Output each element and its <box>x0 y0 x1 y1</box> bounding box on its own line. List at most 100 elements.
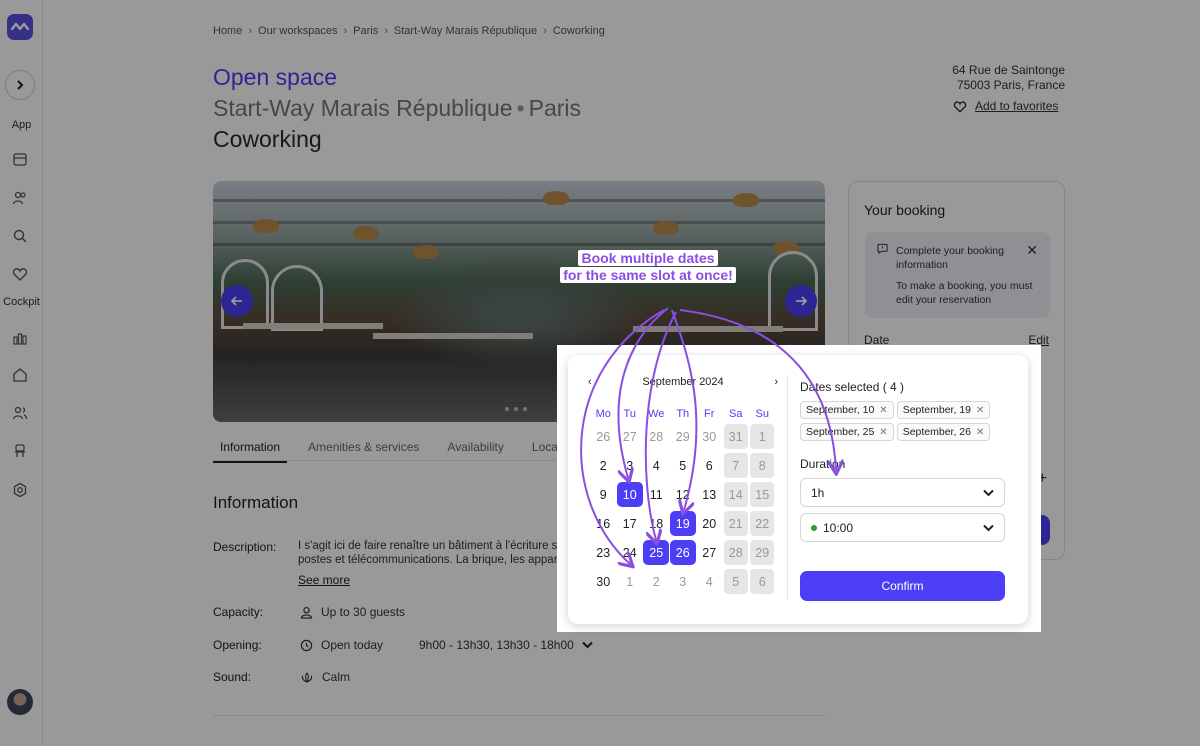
calendar-day[interactable]: 27 <box>696 538 723 567</box>
weekday-label: We <box>648 408 665 420</box>
previous-month-icon[interactable]: ‹ <box>588 376 592 388</box>
calendar-day-number: 12 <box>675 487 690 502</box>
chip-label: September, 19 <box>902 404 971 416</box>
calendar-day-number: 15 <box>750 482 775 507</box>
calendar-day-number: 24 <box>622 545 637 560</box>
calendar-day[interactable]: 12 <box>670 480 697 509</box>
calendar-day: 26 <box>590 422 617 451</box>
calendar-day-number: 26 <box>596 429 611 444</box>
next-month-icon[interactable]: › <box>774 376 778 388</box>
available-dot-icon <box>811 524 817 531</box>
promo-line-2: for the same slot at once! <box>560 267 736 283</box>
calendar-week: 2 3 4 5 678 <box>590 451 776 480</box>
calendar-day-number: 22 <box>750 511 775 536</box>
calendar-day: 31 <box>723 422 750 451</box>
remove-date-icon[interactable]: ✕ <box>976 427 984 438</box>
calendar-day-number: 28 <box>723 540 748 565</box>
calendar-day: 22 <box>749 509 776 538</box>
duration-label: Duration <box>800 457 846 471</box>
calendar-day-number: 18 <box>649 516 664 531</box>
calendar-day[interactable]: 9 <box>590 480 617 509</box>
calendar-day-selected[interactable]: 26 <box>669 538 697 567</box>
calendar-day[interactable]: 11 <box>643 480 670 509</box>
calendar-week: 26 27 28 29 30 31 1 <box>590 422 776 451</box>
calendar-day-number: 5 <box>679 458 687 473</box>
calendar-day-selected[interactable]: 25 <box>643 538 670 567</box>
calendar-day: 2 <box>643 567 670 596</box>
calendar-day[interactable]: 20 <box>696 509 723 538</box>
remove-date-icon[interactable]: ✕ <box>879 405 887 416</box>
calendar-day-number: 2 <box>652 574 660 589</box>
calendar-day-number: 3 <box>679 574 687 589</box>
calendar-day: 29 <box>749 538 776 567</box>
promo-line-1: Book multiple dates <box>578 250 718 266</box>
weekday-label: Sa <box>729 408 743 420</box>
duration-select[interactable]: 1h <box>800 478 1005 507</box>
calendar-day: 4 <box>696 567 723 596</box>
calendar-week: 30 1 2 3 4 5 6 <box>590 567 776 596</box>
calendar-day[interactable]: 4 <box>643 451 670 480</box>
dates-selected-title: Dates selected ( 4 ) <box>800 380 905 394</box>
promo-callout: Book multiple dates for the same slot at… <box>558 250 738 284</box>
calendar-day-number: 4 <box>652 458 660 473</box>
calendar-day[interactable]: 17 <box>617 509 644 538</box>
calendar-day-number: 6 <box>705 458 713 473</box>
calendar-day-number: 1 <box>626 574 634 589</box>
calendar-day[interactable]: 24 <box>617 538 644 567</box>
calendar-day-number: 31 <box>723 424 748 449</box>
weekday-label: Tu <box>623 408 636 420</box>
selected-date-chip[interactable]: September, 26 ✕ <box>896 423 991 441</box>
calendar-day[interactable]: 23 <box>590 538 617 567</box>
calendar-day-number: 21 <box>723 511 748 536</box>
calendar-day-number: 16 <box>596 516 611 531</box>
selected-date-chips: September, 10 ✕ September, 19 ✕ September, 2… <box>800 401 1010 441</box>
chip-label: September, 10 <box>806 404 875 416</box>
calendar-day-number: 27 <box>702 545 717 560</box>
chevron-down-icon <box>983 489 994 496</box>
calendar-day-number: 3 <box>626 458 634 473</box>
calendar-day[interactable]: 2 <box>590 451 617 480</box>
calendar-day[interactable]: 30 <box>590 567 617 596</box>
date-picker-popup: ‹ September 2024 › Mo Tu We Th Fr Sa Su 26 27 28 2… <box>568 355 1028 624</box>
calendar-day: 29 <box>670 422 697 451</box>
selected-date-chip[interactable]: September, 25 ✕ <box>800 423 894 441</box>
calendar-day[interactable]: 3 <box>617 451 644 480</box>
calendar-day-number: 28 <box>649 429 664 444</box>
calendar-day[interactable]: 18 <box>643 509 670 538</box>
calendar-day-number: 10 <box>616 482 643 507</box>
time-select[interactable]: 10:00 <box>800 513 1005 542</box>
calendar-week: 16 17 18 19 20 21 22 <box>590 509 776 538</box>
calendar-day-number: 26 <box>669 540 696 565</box>
calendar-day-number: 17 <box>622 516 637 531</box>
calendar-day-number: 7 <box>723 453 748 478</box>
calendar-day-selected[interactable]: 19 <box>669 509 697 538</box>
weekday-label: Mo <box>595 408 611 420</box>
selected-date-chip[interactable]: September, 10 ✕ <box>800 401 894 419</box>
calendar-day-number: 11 <box>649 487 663 502</box>
calendar-day: 3 <box>670 567 697 596</box>
confirm-button[interactable]: Confirm <box>800 571 1005 601</box>
calendar-day-number: 4 <box>705 574 713 589</box>
calendar-day: 14 <box>723 480 750 509</box>
calendar-day-number: 9 <box>599 487 607 502</box>
selected-date-chip[interactable]: September, 19 ✕ <box>896 401 991 419</box>
calendar-day[interactable]: 16 <box>590 509 617 538</box>
calendar-day-number: 6 <box>750 569 775 594</box>
calendar-day: 28 <box>643 422 670 451</box>
calendar-day: 8 <box>749 451 776 480</box>
calendar-day[interactable]: 6 <box>696 451 723 480</box>
weekday-label: Fr <box>704 408 715 420</box>
chip-label: September, 25 <box>806 426 875 438</box>
weekday-label: Su <box>755 408 769 420</box>
remove-date-icon[interactable]: ✕ <box>879 427 887 438</box>
calendar-day-selected[interactable]: 10 <box>616 480 644 509</box>
calendar-day-number: 5 <box>723 569 748 594</box>
calendar-day[interactable]: 13 <box>696 480 723 509</box>
calendar-day: 27 <box>617 422 644 451</box>
remove-date-icon[interactable]: ✕ <box>976 405 984 416</box>
time-value: 10:00 <box>823 520 854 535</box>
calendar-day-number: 30 <box>596 574 611 589</box>
calendar-day[interactable]: 5 <box>670 451 697 480</box>
calendar-week: 9 10 11 12 13 14 15 <box>590 480 776 509</box>
calendar-day: 28 <box>723 538 750 567</box>
